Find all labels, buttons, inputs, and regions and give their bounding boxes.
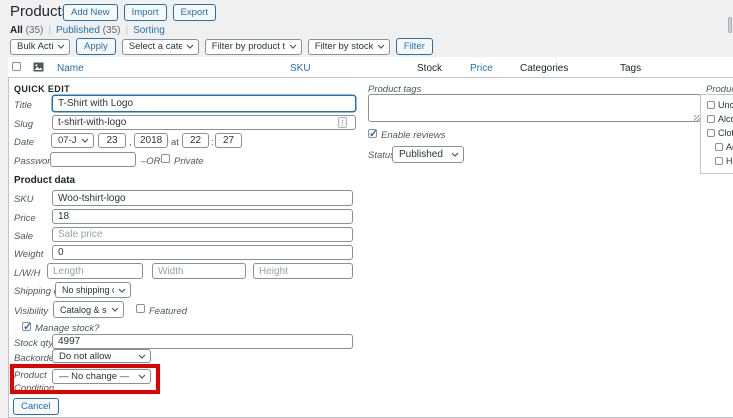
chevron-down-icon	[377, 44, 385, 49]
chevron-down-icon	[289, 44, 297, 49]
featured-label: Featured	[149, 306, 187, 317]
slug-label: Slug	[14, 119, 33, 130]
title-label: Title	[14, 100, 32, 111]
cancel-button[interactable]: Cancel	[13, 398, 59, 415]
column-header-name[interactable]: Name	[57, 63, 84, 74]
private-label: Private	[174, 156, 204, 167]
product-data-heading: Product data	[14, 175, 75, 186]
category-checkbox[interactable]	[715, 143, 723, 151]
visibility-select[interactable]: Catalog & search	[53, 301, 124, 318]
stock-qty-label: Stock qty	[14, 338, 53, 349]
manage-stock-checkbox[interactable]	[22, 322, 31, 331]
status-select[interactable]: Published	[392, 146, 464, 163]
enable-reviews-label: Enable reviews	[381, 130, 445, 141]
enable-reviews-checkbox[interactable]	[368, 129, 377, 138]
quick-edit-heading: QUICK EDIT	[14, 84, 70, 94]
chevron-down-icon	[111, 307, 119, 312]
view-filter-links: All (35) | Published (35) | Sorting	[10, 25, 165, 36]
view-separator: |	[48, 25, 51, 36]
products-admin-page: Products Add New Import Export All (35) …	[0, 0, 733, 418]
chevron-down-icon	[186, 44, 194, 49]
category-filter-select[interactable]: Select a category	[122, 39, 199, 55]
apply-button[interactable]: Apply	[76, 38, 116, 55]
visibility-label: Visibility	[14, 306, 48, 317]
height-input[interactable]	[253, 263, 353, 279]
date-label: Date	[14, 137, 34, 148]
chevron-down-icon	[81, 138, 89, 143]
shipping-class-select[interactable]: No shipping class	[55, 282, 131, 298]
title-input[interactable]	[52, 95, 356, 112]
date-colon: :	[211, 137, 214, 148]
price-label: Price	[14, 213, 36, 224]
chevron-down-icon	[57, 44, 65, 49]
import-button[interactable]: Import	[124, 4, 167, 21]
column-header-tags: Tags	[620, 63, 641, 74]
category-checkbox[interactable]	[715, 157, 723, 165]
chevron-down-icon	[138, 374, 146, 379]
length-input[interactable]	[47, 263, 143, 279]
column-header-sku[interactable]: SKU	[290, 63, 311, 74]
autofill-icon[interactable]: ⋮	[338, 117, 347, 128]
export-button[interactable]: Export	[173, 4, 216, 21]
sku-input[interactable]	[52, 190, 353, 206]
category-checkbox[interactable]	[707, 101, 715, 109]
featured-checkbox[interactable]	[136, 304, 145, 313]
view-link-sorting[interactable]: Sorting	[133, 25, 165, 36]
view-link-published[interactable]: Published (35)	[56, 25, 121, 36]
scrollbar-thumb[interactable]	[728, 17, 732, 33]
backorders-select[interactable]: Do not allow	[52, 349, 151, 363]
date-hour-input[interactable]	[182, 133, 209, 148]
category-item-child[interactable]: Accessories	[715, 142, 733, 152]
weight-input[interactable]	[52, 245, 353, 260]
chevron-down-icon	[138, 354, 146, 359]
width-input[interactable]	[152, 263, 246, 279]
add-new-button[interactable]: Add New	[63, 4, 118, 21]
category-item[interactable]: Uncategorized	[707, 100, 733, 110]
view-separator: |	[125, 25, 128, 36]
chevron-down-icon	[118, 288, 126, 293]
column-header-categories: Categories	[520, 63, 568, 74]
image-column-icon	[33, 62, 44, 72]
bulk-actions-select[interactable]: Bulk Actions	[10, 39, 70, 55]
category-item-child[interactable]: Hoodies	[715, 156, 733, 166]
slug-input[interactable]	[52, 115, 356, 130]
date-minute-input[interactable]	[215, 133, 242, 148]
page-actions: Add New Import Export	[63, 4, 216, 21]
product-tags-textarea[interactable]	[368, 94, 701, 122]
product-condition-select[interactable]: — No change —	[52, 369, 151, 384]
category-item[interactable]: Alcohol	[707, 114, 733, 124]
category-item[interactable]: Clothing	[707, 128, 733, 138]
price-input[interactable]	[52, 209, 353, 224]
column-header-price[interactable]: Price	[470, 63, 493, 74]
product-categories-box: Uncategorized Alcohol Clothing Accessori…	[700, 94, 733, 174]
date-day-input[interactable]	[98, 133, 126, 148]
column-header-stock: Stock	[417, 63, 442, 74]
private-checkbox[interactable]	[161, 154, 170, 163]
date-at-label: at	[171, 137, 179, 148]
category-checkbox[interactable]	[707, 129, 715, 137]
manage-stock-label: Manage stock?	[35, 323, 99, 334]
page-title: Products	[10, 3, 69, 20]
status-label: Status	[368, 150, 395, 161]
select-all-checkbox[interactable]	[12, 62, 21, 71]
stock-qty-input[interactable]	[52, 334, 353, 349]
date-month-select[interactable]: 07-Jul	[51, 133, 94, 148]
product-type-filter-select[interactable]: Filter by product type	[205, 39, 302, 55]
product-condition-label-line1: Product	[14, 370, 47, 381]
sale-label: Sale	[14, 231, 33, 242]
view-link-all[interactable]: All (35)	[10, 25, 43, 36]
date-comma: ,	[129, 137, 132, 148]
lwh-label: L/W/H	[14, 268, 40, 279]
chevron-down-icon	[451, 152, 459, 157]
stock-status-filter-select[interactable]: Filter by stock status	[308, 39, 390, 55]
product-condition-label-line2: Condition	[14, 383, 54, 394]
password-input[interactable]	[50, 152, 136, 167]
category-checkbox[interactable]	[707, 115, 715, 123]
filter-button[interactable]: Filter	[396, 38, 433, 55]
filter-toolbar: Bulk Actions Apply Select a category Fil…	[10, 38, 433, 55]
sale-price-input[interactable]	[52, 227, 353, 242]
weight-label: Weight	[14, 249, 43, 260]
sku-label: SKU	[14, 194, 34, 205]
date-year-input[interactable]	[134, 133, 168, 148]
